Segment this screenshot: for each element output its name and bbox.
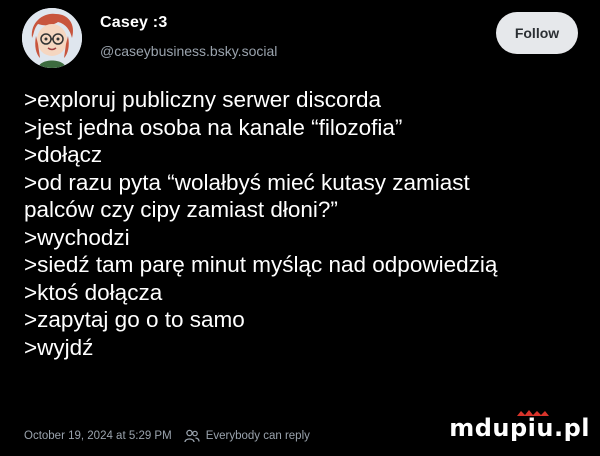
follow-button[interactable]: Follow bbox=[496, 12, 578, 54]
author-handle[interactable]: @caseybusiness.bsky.social bbox=[100, 43, 277, 59]
post-timestamp[interactable]: October 19, 2024 at 5:29 PM bbox=[24, 430, 172, 442]
avatar[interactable] bbox=[22, 8, 82, 68]
reply-setting[interactable]: Everybody can reply bbox=[206, 430, 310, 442]
post-line: palców czy cipy zamiast dłoni?” bbox=[24, 197, 338, 222]
author-name[interactable]: Casey :3 bbox=[100, 14, 167, 32]
post-line: >wychodzi bbox=[24, 224, 130, 250]
post-line: >dołącz bbox=[24, 142, 103, 167]
post-line: >od razu pyta “wolałbyś mieć kutasy zami… bbox=[24, 169, 470, 195]
post-line: >jest jedna osoba na kanale “filozofia” bbox=[24, 114, 403, 140]
post-line: >ktoś dołącza bbox=[24, 279, 163, 305]
post-body: >exploruj publiczny serwer discorda >jes… bbox=[24, 86, 584, 361]
watermark: mdupiu.pl bbox=[449, 414, 590, 442]
post-line: >exploruj publiczny serwer discorda bbox=[24, 87, 382, 112]
people-icon bbox=[184, 429, 200, 443]
post-line: >siedź tam parę minut myśląc nad odpowie… bbox=[24, 252, 498, 277]
post-line: >wyjdź bbox=[24, 334, 94, 360]
post-line: >zapytaj go o to samo bbox=[24, 307, 245, 332]
post-footer: October 19, 2024 at 5:29 PM Everybody ca… bbox=[24, 426, 310, 446]
